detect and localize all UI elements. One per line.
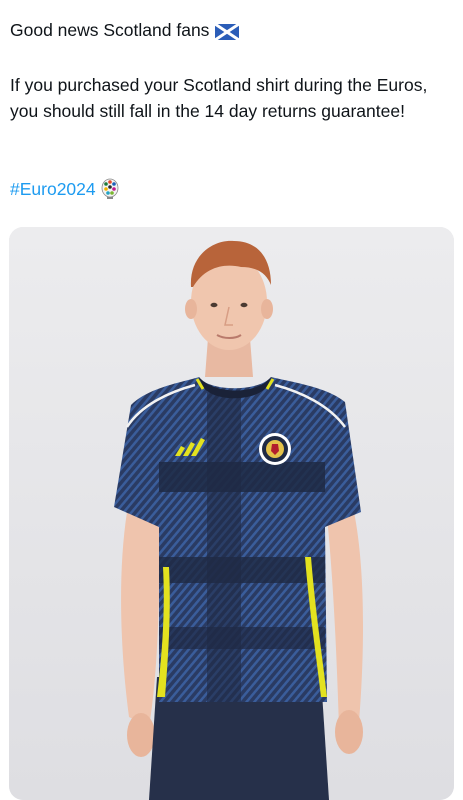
left-ear bbox=[185, 299, 197, 319]
right-hand bbox=[335, 710, 363, 754]
tweet-headline: Good news Scotland fans bbox=[10, 20, 210, 40]
tweet: Good news Scotland fans If you purchased… bbox=[0, 0, 463, 800]
shirt-block bbox=[207, 392, 241, 702]
tweet-first-line: Good news Scotland fans bbox=[10, 18, 241, 42]
left-hand bbox=[127, 713, 155, 757]
shirt-block bbox=[159, 557, 325, 583]
tweet-media-image[interactable] bbox=[9, 227, 454, 800]
scotland-flag-icon bbox=[214, 22, 241, 42]
hashtag-row: #Euro2024 bbox=[10, 177, 120, 201]
tweet-body: If you purchased your Scotland shirt dur… bbox=[10, 75, 428, 121]
hashtag-link[interactable]: #Euro2024 bbox=[10, 177, 96, 201]
shirt-block bbox=[159, 627, 325, 649]
right-eye bbox=[240, 302, 248, 308]
scotland-crest-icon bbox=[259, 433, 291, 465]
euro2024-logo-icon bbox=[100, 178, 120, 200]
right-ear bbox=[261, 299, 273, 319]
left-eye bbox=[210, 302, 218, 308]
shirt-block bbox=[159, 462, 325, 492]
